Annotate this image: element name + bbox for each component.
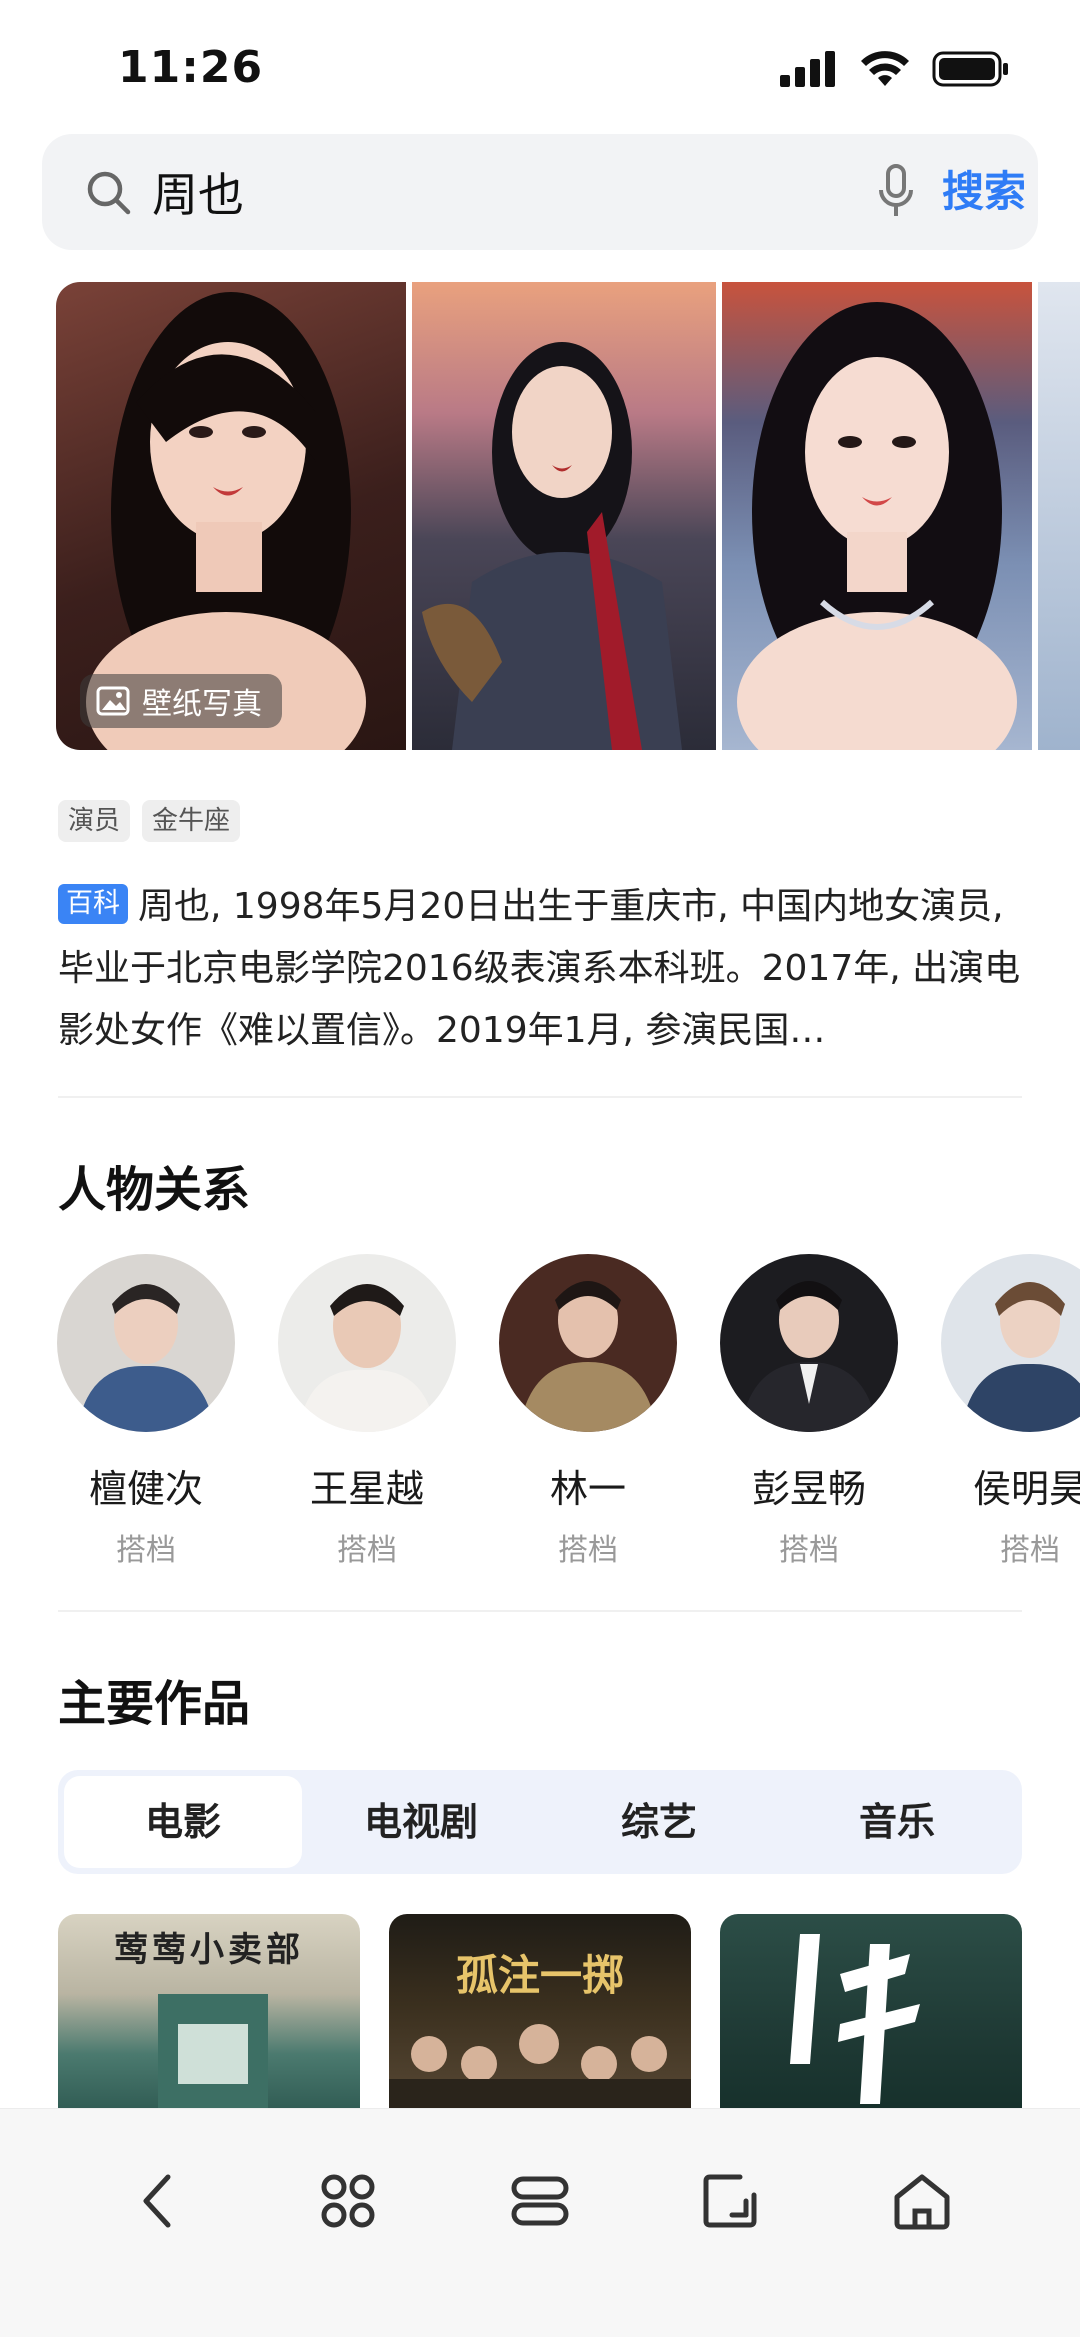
avatar	[57, 1254, 235, 1432]
tag[interactable]: 金牛座	[142, 800, 241, 842]
person-name: 王星越	[309, 1467, 424, 1511]
works-tab-bar: 电影 电视剧 综艺 音乐	[58, 1770, 1022, 1874]
tab-variety[interactable]: 综艺	[540, 1776, 778, 1868]
battery-icon	[932, 51, 1008, 87]
back-button[interactable]	[118, 2161, 198, 2241]
movie-poster[interactable]	[720, 1914, 1022, 2114]
poster-art	[389, 2024, 691, 2114]
person-card[interactable]: 侯明昊 搭档	[940, 1254, 1080, 1569]
person-card[interactable]: 檀健次 搭档	[56, 1254, 236, 1569]
status-bar: 11:26	[0, 0, 1080, 130]
edit-icon	[703, 2174, 757, 2228]
movie-poster[interactable]: 孤注一掷	[389, 1914, 691, 2114]
microphone-icon[interactable]	[876, 162, 916, 222]
cellular-signal-icon	[780, 51, 835, 87]
person-name: 彭昱畅	[751, 1467, 866, 1511]
wallpaper-badge[interactable]: 壁纸写真	[80, 674, 282, 728]
person-role: 搭档	[116, 1533, 176, 1568]
tab-tv-series[interactable]: 电视剧	[302, 1776, 540, 1868]
tabs-icon	[511, 2176, 569, 2226]
apps-icon	[321, 2174, 375, 2228]
gallery-photo[interactable]: 壁纸写真	[56, 282, 406, 750]
gallery-photo[interactable]	[412, 282, 716, 750]
tab-movie[interactable]: 电影	[64, 1776, 302, 1868]
edit-button[interactable]	[692, 2161, 772, 2241]
person-card[interactable]: 林一 搭档	[498, 1254, 678, 1569]
gallery-photo[interactable]	[722, 282, 1032, 750]
portrait-illustration	[422, 342, 682, 750]
relations-carousel[interactable]: 檀健次 搭档 王星越 搭档 林一 搭档 彭昱畅 搭档 侯明昊 搭档	[56, 1254, 1080, 1584]
movie-poster[interactable]: 莺莺小卖部	[58, 1914, 360, 2114]
person-role: 搭档	[1000, 1533, 1060, 1568]
avatar	[720, 1254, 898, 1432]
gallery-photo[interactable]	[1038, 282, 1080, 750]
tag[interactable]: 演员	[58, 800, 131, 842]
search-input[interactable]	[152, 158, 752, 226]
wifi-icon	[861, 51, 909, 86]
tab-music[interactable]: 音乐	[778, 1776, 1016, 1868]
summary-text: 周也, 1998年5月20日出生于重庆市, 中国内地女演员, 毕业于北京电影学院…	[58, 886, 1021, 1051]
person-name: 檀健次	[88, 1467, 203, 1511]
divider	[58, 1096, 1022, 1098]
person-name: 林一	[549, 1467, 626, 1511]
home-button[interactable]	[882, 2161, 962, 2241]
search-bar: 搜索	[42, 134, 1038, 250]
avatar	[499, 1254, 677, 1432]
status-time: 11:26	[118, 42, 264, 93]
home-icon	[894, 2174, 950, 2230]
divider	[58, 1610, 1022, 1612]
baike-summary[interactable]: 百科 周也, 1998年5月20日出生于重庆市, 中国内地女演员, 毕业于北京电影…	[58, 876, 1022, 1062]
person-role: 搭档	[337, 1533, 397, 1568]
tabs-button[interactable]	[500, 2161, 580, 2241]
person-card[interactable]: 王星越 搭档	[277, 1254, 457, 1569]
person-card[interactable]: 彭昱畅 搭档	[719, 1254, 899, 1569]
poster-art	[790, 1934, 920, 2104]
portrait-illustration	[737, 302, 1017, 750]
apps-button[interactable]	[308, 2161, 388, 2241]
person-name: 侯明昊	[972, 1467, 1080, 1511]
status-icons	[780, 50, 1010, 88]
back-icon	[143, 2174, 171, 2228]
wallpaper-badge-label: 壁纸写真	[142, 687, 262, 722]
relations-title: 人物关系	[58, 1162, 251, 1218]
search-icon	[87, 171, 131, 215]
poster-art	[158, 1994, 268, 2114]
baike-badge: 百科	[58, 884, 128, 924]
works-title: 主要作品	[58, 1676, 251, 1732]
person-role: 搭档	[558, 1533, 618, 1568]
tag-list: 演员 金牛座	[58, 800, 241, 842]
image-icon	[96, 686, 130, 716]
bottom-navigation	[0, 2108, 1080, 2337]
avatar	[278, 1254, 456, 1432]
image-gallery[interactable]: 壁纸写真	[56, 282, 1080, 750]
avatar	[941, 1254, 1080, 1432]
person-role: 搭档	[779, 1533, 839, 1568]
search-button[interactable]: 搜索	[942, 162, 1026, 222]
